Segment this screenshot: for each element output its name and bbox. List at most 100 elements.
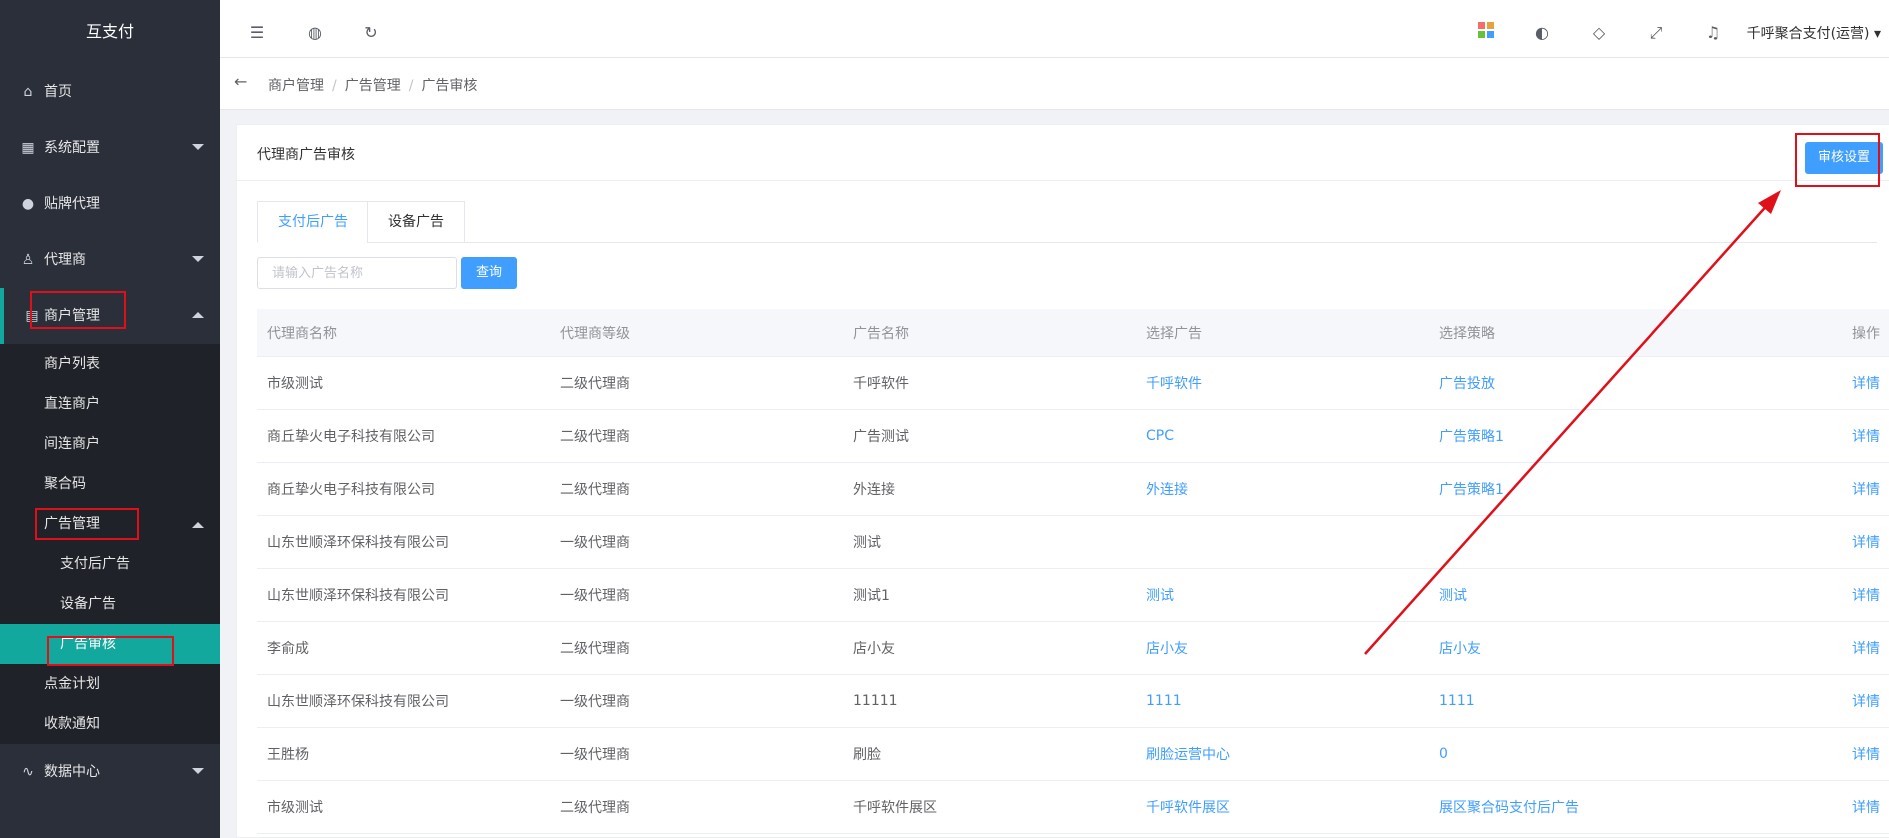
sidebar-item-direct-merchant[interactable]: 直连商户 (0, 384, 220, 424)
card-header: 代理商广告审核 审核设置 (237, 125, 1889, 181)
ad-name-cell: 千呼软件 (853, 376, 909, 392)
agent-name-cell: 李俞成 (267, 641, 309, 657)
sidebar-item-post-pay-ad[interactable]: 支付后广告 (0, 544, 220, 584)
column-header: 操作 (1852, 325, 1880, 342)
selected-strategy-link[interactable]: 广告投放 (1439, 357, 1495, 409)
sidebar: 互支付 ⌂ 首页 ▦ 系统配置 ● 贴牌代理 ♙ 代理商 ▤ 商户管理 商户列表… (0, 0, 220, 838)
breadcrumb-separator: / (332, 78, 337, 94)
selected-ad-link[interactable]: 1111 (1146, 675, 1182, 727)
table-row: 山东世顺泽环保科技有限公司 一级代理商 测试1 测试 测试 详情 (257, 569, 1889, 622)
sidebar-item-oem-agent[interactable]: ● 贴牌代理 (0, 176, 220, 232)
ad-name-cell: 广告测试 (853, 429, 909, 445)
breadcrumb-item[interactable]: 商户管理 (268, 78, 324, 94)
selected-ad-link[interactable]: 外连接 (1146, 463, 1188, 515)
back-arrow-icon[interactable]: ← (234, 72, 247, 91)
selected-strategy-link[interactable]: 广告策略1 (1439, 463, 1504, 515)
top-strip (0, 0, 1889, 8)
agent-level-cell: 二级代理商 (560, 800, 630, 816)
details-link[interactable]: 详情 (1852, 569, 1880, 621)
details-link[interactable]: 详情 (1852, 622, 1880, 674)
globe-icon[interactable]: ◍ (304, 22, 326, 44)
sidebar-item-data-center[interactable]: ∿ 数据中心 (0, 744, 220, 800)
selected-ad-link[interactable]: 千呼软件展区 (1146, 781, 1230, 833)
person-icon: ♙ (21, 252, 35, 268)
fullscreen-icon[interactable]: ⤢ (1645, 22, 1667, 44)
breadcrumb-item[interactable]: 广告管理 (345, 78, 401, 94)
app-root: 互支付 ⌂ 首页 ▦ 系统配置 ● 贴牌代理 ♙ 代理商 ▤ 商户管理 商户列表… (0, 0, 1889, 838)
ad-name-cell: 测试1 (853, 588, 890, 604)
details-link[interactable]: 详情 (1852, 728, 1880, 780)
sidebar-item-aggregate-code[interactable]: 聚合码 (0, 464, 220, 504)
details-link[interactable]: 详情 (1852, 463, 1880, 515)
sidebar-item-merchant-list[interactable]: 商户列表 (0, 344, 220, 384)
sidebar-item-label: 数据中心 (44, 764, 100, 780)
selected-strategy-link[interactable]: 0 (1439, 728, 1448, 780)
column-header: 代理商等级 (560, 325, 630, 342)
table-row: 山东世顺泽环保科技有限公司 一级代理商 11111 1111 1111 详情 (257, 675, 1889, 728)
sidebar-item-agent[interactable]: ♙ 代理商 (0, 232, 220, 288)
selected-strategy-link[interactable]: 广告策略1 (1439, 410, 1504, 462)
column-header: 广告名称 (853, 325, 909, 342)
breadcrumb-bar: ← 商户管理 / 广告管理 / 广告审核 (220, 58, 1889, 110)
agent-level-cell: 一级代理商 (560, 588, 630, 604)
annotation-box-ad-management (35, 508, 139, 540)
merchant-submenu: 商户列表 直连商户 间连商户 聚合码 广告管理 支付后广告 设备广告 广告审核 … (0, 344, 220, 744)
ad-name-cell: 11111 (853, 693, 898, 709)
sidebar-item-system-config[interactable]: ▦ 系统配置 (0, 120, 220, 176)
table-header: 代理商名称 代理商等级 广告名称 选择广告 选择策略 操作 (257, 309, 1889, 357)
selected-ad-link[interactable]: 店小友 (1146, 622, 1188, 674)
selected-ad-link[interactable]: 千呼软件 (1146, 357, 1202, 409)
ad-name-cell: 店小友 (853, 641, 895, 657)
ad-name-cell: 千呼软件展区 (853, 800, 937, 816)
agent-name-cell: 王胜杨 (267, 747, 309, 763)
column-header: 选择广告 (1146, 325, 1202, 342)
sidebar-item-indirect-merchant[interactable]: 间连商户 (0, 424, 220, 464)
selected-strategy-link[interactable]: 测试 (1439, 569, 1467, 621)
breadcrumb-item-current: 广告审核 (421, 78, 478, 94)
sidebar-item-home[interactable]: ⌂ 首页 (0, 64, 220, 120)
table-row: 商丘挚火电子科技有限公司 二级代理商 外连接 外连接 广告策略1 详情 (257, 463, 1889, 516)
table-row: 市级测试 二级代理商 千呼软件展区 千呼软件展区 展区聚合码支付后广告 详情 (257, 781, 1889, 834)
tab-post-pay-ad[interactable]: 支付后广告 (257, 201, 369, 243)
tab-device-ad[interactable]: 设备广告 (367, 201, 465, 243)
details-link[interactable]: 详情 (1852, 357, 1880, 409)
ad-name-search-input[interactable] (257, 257, 457, 289)
menu-fold-icon[interactable]: ☰ (246, 22, 268, 44)
apps-icon[interactable] (1475, 22, 1497, 44)
sidebar-item-device-ad[interactable]: 设备广告 (0, 584, 220, 624)
agent-level-cell: 二级代理商 (560, 429, 630, 445)
selected-strategy-link[interactable]: 展区聚合码支付后广告 (1439, 781, 1579, 833)
query-button[interactable]: 查询 (461, 257, 517, 289)
agent-name-cell: 市级测试 (267, 376, 323, 392)
chevron-up-icon (192, 522, 204, 528)
sidebar-item-gold-plan[interactable]: 点金计划 (0, 664, 220, 704)
details-link[interactable]: 详情 (1852, 675, 1880, 727)
selected-ad-link[interactable]: CPC (1146, 410, 1174, 462)
sidebar-item-payment-notice[interactable]: 收款通知 (0, 704, 220, 744)
agent-level-cell: 一级代理商 (560, 747, 630, 763)
details-link[interactable]: 详情 (1852, 781, 1880, 833)
chevron-down-icon (192, 768, 204, 774)
details-link[interactable]: 详情 (1852, 516, 1880, 568)
user-menu[interactable]: 千呼聚合支付(运营) ▾ (1747, 23, 1881, 43)
tag-icon[interactable]: ◇ (1588, 22, 1610, 44)
selected-ad-link[interactable]: 测试 (1146, 569, 1174, 621)
sidebar-item-label: 系统配置 (44, 140, 100, 156)
agent-name-cell: 市级测试 (267, 800, 323, 816)
ad-review-table: 代理商名称 代理商等级 广告名称 选择广告 选择策略 操作 市级测试 二级代理商… (257, 309, 1889, 834)
refresh-icon[interactable]: ↻ (360, 22, 382, 44)
selected-strategy-link[interactable]: 1111 (1439, 675, 1475, 727)
details-link[interactable]: 详情 (1852, 410, 1880, 462)
home-icon: ⌂ (23, 84, 33, 100)
agent-level-cell: 二级代理商 (560, 482, 630, 498)
table-row: 山东世顺泽环保科技有限公司 一级代理商 测试 详情 (257, 516, 1889, 569)
selected-ad-link[interactable]: 刷脸运营中心 (1146, 728, 1230, 780)
selected-strategy-link[interactable]: 店小友 (1439, 622, 1481, 674)
sidebar-item-label: 首页 (44, 84, 72, 100)
annotation-box-merchant (30, 291, 126, 329)
palette-icon[interactable]: ◐ (1531, 22, 1553, 44)
chevron-down-icon (192, 144, 204, 150)
user-icon: ● (21, 196, 35, 212)
ad-name-cell: 刷脸 (853, 747, 881, 763)
bell-icon[interactable]: ♫ (1702, 22, 1724, 44)
